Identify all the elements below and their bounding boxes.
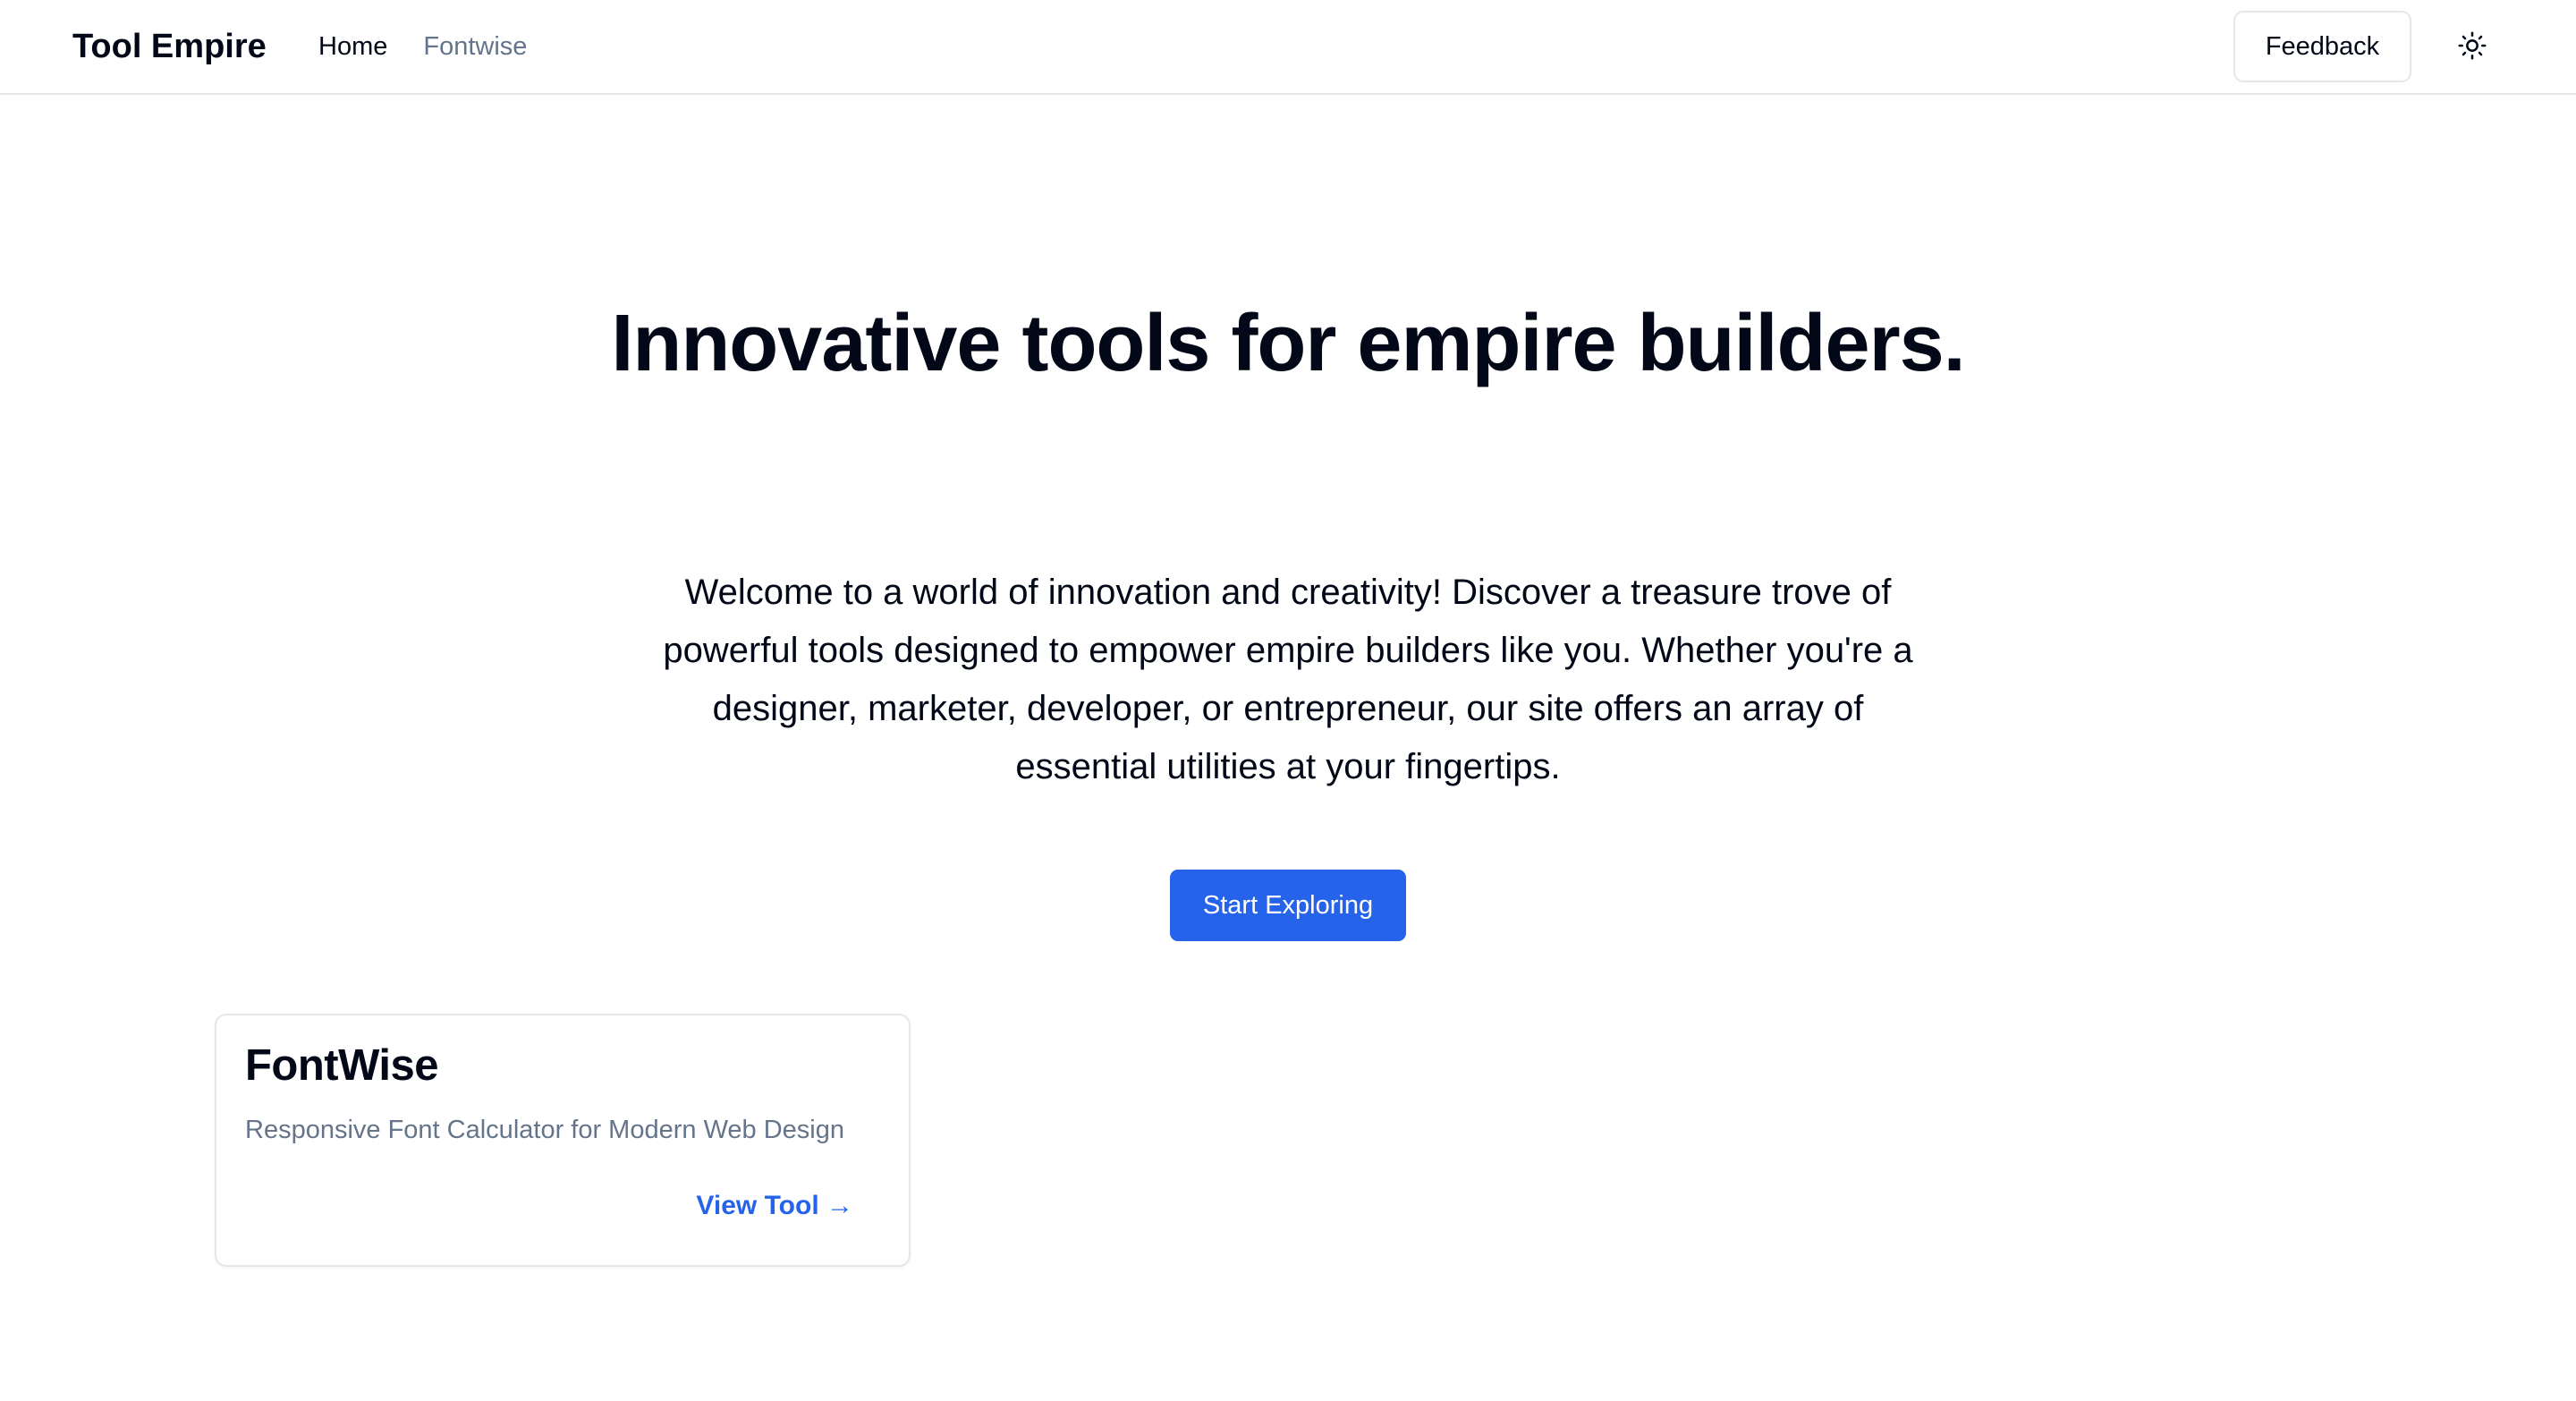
- feedback-button[interactable]: Feedback: [2233, 11, 2411, 82]
- view-tool-link[interactable]: View Tool →: [696, 1187, 853, 1225]
- tool-card-fontwise: FontWise Responsive Font Calculator for …: [215, 1014, 911, 1267]
- nav-item-home[interactable]: Home: [318, 29, 387, 64]
- start-exploring-button[interactable]: Start Exploring: [1170, 870, 1406, 941]
- nav-item-fontwise[interactable]: Fontwise: [423, 29, 527, 64]
- tool-card-description: Responsive Font Calculator for Modern We…: [245, 1116, 845, 1144]
- sun-icon: [2457, 30, 2487, 64]
- theme-toggle-button[interactable]: [2445, 20, 2499, 73]
- brand-logo[interactable]: Tool Empire: [72, 25, 267, 68]
- main-nav: Home Fontwise: [318, 29, 527, 64]
- site-header: Tool Empire Home Fontwise Feedback: [0, 0, 2576, 95]
- hero-description: Welcome to a world of innovation and cre…: [663, 573, 1913, 786]
- tool-card-title: FontWise: [245, 1041, 439, 1090]
- hero-title: Innovative tools for empire builders.: [611, 299, 1965, 388]
